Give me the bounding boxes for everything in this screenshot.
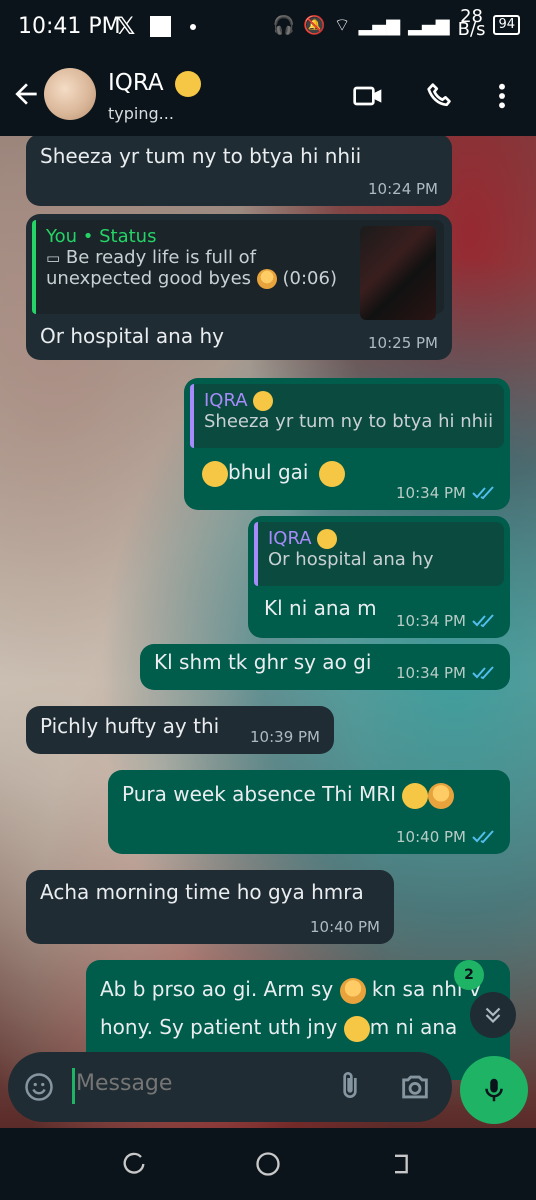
more-notifications-dot xyxy=(190,24,196,30)
status-reply-quote[interactable]: You • Status ▭ Be ready life is full of … xyxy=(32,220,444,320)
unread-count-badge: 2 xyxy=(454,960,484,990)
read-receipt-icon xyxy=(472,830,494,844)
read-receipt-icon xyxy=(472,614,494,628)
smile-emoji-icon xyxy=(174,70,201,97)
message-text: Sheeza yr tum ny to btya hi nhii xyxy=(40,144,362,168)
message-incoming[interactable]: Pichly hufty ay thi 10:39 PM xyxy=(26,706,334,754)
sweat-smile-emoji-icon xyxy=(202,460,228,487)
status-time: 10:41 PM xyxy=(18,14,121,39)
wifi-icon: ⌔ xyxy=(333,14,351,36)
message-incoming[interactable]: You • Status ▭ Be ready life is full of … xyxy=(26,214,452,360)
more-options-icon[interactable] xyxy=(486,80,518,112)
quote-text: ▭ Be ready life is full of xyxy=(46,247,257,268)
person-emoji-icon xyxy=(428,782,455,809)
message-time: 10:25 PM xyxy=(368,334,438,352)
attach-icon[interactable] xyxy=(334,1070,366,1102)
home-icon[interactable] xyxy=(254,1150,282,1178)
chat-header: IQRA typing... xyxy=(0,56,536,136)
status-icons: 🎧 🔕 ⌔ ▂▄▆ ▂▄▆ 28 B/s 94 xyxy=(272,6,520,40)
smile-emoji-icon xyxy=(317,529,338,549)
chat-area[interactable]: Sheeza yr tum ny to btya hi nhii 10:24 P… xyxy=(0,136,536,1130)
net-speed: 28 B/s xyxy=(457,6,486,40)
smile-emoji-icon xyxy=(253,391,274,411)
reply-quote[interactable]: IQRA Sheeza yr tum ny to btya hi nhii xyxy=(190,384,504,448)
message-text: Acha morning time ho gya hmra xyxy=(40,880,364,904)
message-text: Ab b prso ao gi. Arm sy kn sa nhi v xyxy=(100,970,496,1008)
message-text: bhul gai xyxy=(202,460,504,487)
message-time: 10:34 PM xyxy=(396,664,496,682)
system-nav-bar xyxy=(0,1128,536,1200)
status-thumbnail xyxy=(360,226,436,320)
sweat-smile-emoji-icon xyxy=(343,1015,370,1042)
quote-author: You • Status xyxy=(46,226,157,247)
scroll-to-bottom-button[interactable] xyxy=(470,992,516,1038)
quote-text: Or hospital ana hy xyxy=(268,549,434,570)
back-arrow-icon[interactable] xyxy=(10,78,42,110)
x-app-icon: 𝕏 xyxy=(116,12,136,40)
sweat-smile-emoji-icon xyxy=(402,782,429,809)
quote-author: IQRA xyxy=(268,528,494,549)
person-emoji-icon xyxy=(256,269,277,289)
video-icon: ▭ xyxy=(46,249,61,267)
message-outgoing[interactable]: IQRA Sheeza yr tum ny to btya hi nhii bh… xyxy=(184,378,510,510)
quote-author: IQRA xyxy=(204,390,494,411)
signal-icon: ▂▄▆ xyxy=(358,14,401,36)
message-outgoing[interactable]: Pura week absence Thi MRI 10:40 PM xyxy=(108,770,510,854)
recents-icon[interactable] xyxy=(120,1150,148,1178)
message-time: 10:40 PM xyxy=(310,918,380,936)
message-incoming[interactable]: Acha morning time ho gya hmra 10:40 PM xyxy=(26,870,394,944)
message-input[interactable] xyxy=(74,1070,318,1097)
message-outgoing[interactable]: IQRA Or hospital ana hy Kl ni ana m 10:3… xyxy=(248,516,510,638)
avatar[interactable] xyxy=(44,68,96,120)
double-chevron-down-icon xyxy=(485,1007,501,1024)
contact-status: typing... xyxy=(108,104,174,123)
status-bar: 10:41 PM 𝕏 🎧 🔕 ⌔ ▂▄▆ ▂▄▆ 28 B/s 94 xyxy=(0,0,536,56)
read-receipt-icon xyxy=(472,666,494,680)
message-time: 10:40 PM xyxy=(396,828,496,846)
quote-text: unexpected good byes (0:06) xyxy=(46,268,337,289)
message-text: hony. Sy patient uth jny m ni ana xyxy=(100,1008,496,1046)
voice-call-icon[interactable] xyxy=(424,80,456,112)
signal-icon-2: ▂▄▆ xyxy=(408,14,450,36)
person-emoji-icon xyxy=(339,977,366,1004)
message-input-bar xyxy=(8,1052,452,1122)
message-time: 10:34 PM xyxy=(396,484,496,502)
mute-icon: 🔕 xyxy=(303,14,326,36)
message-text: Pura week absence Thi MRI xyxy=(122,782,496,809)
read-receipt-icon xyxy=(472,486,494,500)
message-time: 10:24 PM xyxy=(368,180,438,198)
notification-icon xyxy=(150,16,171,37)
reply-quote[interactable]: IQRA Or hospital ana hy xyxy=(254,522,504,586)
message-time: 10:39 PM xyxy=(250,728,320,746)
message-outgoing[interactable]: Kl shm tk ghr sy ao gi 10:34 PM xyxy=(140,644,510,690)
voice-message-button[interactable] xyxy=(460,1056,528,1124)
microphone-icon xyxy=(485,1078,503,1102)
back-nav-icon[interactable] xyxy=(388,1150,416,1178)
quote-text: Sheeza yr tum ny to btya hi nhii xyxy=(204,411,494,432)
camera-icon[interactable] xyxy=(398,1070,432,1104)
facepalm-emoji-icon xyxy=(318,460,345,487)
battery-icon: 94 xyxy=(493,15,520,35)
headset-icon: 🎧 xyxy=(272,14,296,36)
message-incoming[interactable]: Sheeza yr tum ny to btya hi nhii 10:24 P… xyxy=(26,136,452,206)
message-time: 10:34 PM xyxy=(396,612,496,630)
contact-name[interactable]: IQRA xyxy=(108,70,201,97)
video-call-icon[interactable] xyxy=(352,80,384,112)
emoji-icon[interactable] xyxy=(24,1072,54,1102)
